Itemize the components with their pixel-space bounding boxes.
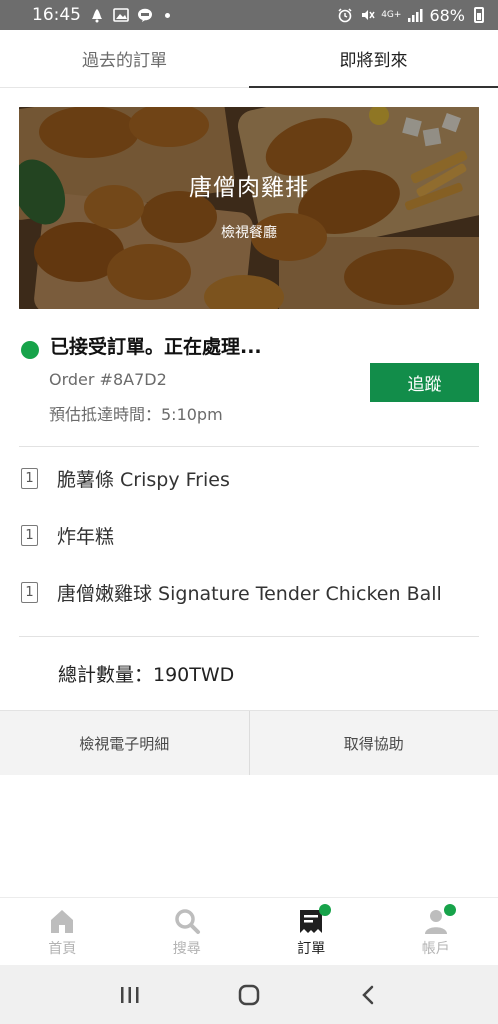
back-button[interactable] [348, 975, 388, 1015]
bottom-navigation: 首頁 搜尋 訂單 帳戶 [0, 897, 498, 965]
nav-label: 首頁 [48, 941, 77, 957]
order-tabs: 過去的訂單 即將到來 [0, 30, 498, 88]
search-icon [175, 909, 200, 934]
nav-item-orders[interactable]: 訂單 [249, 898, 374, 965]
receipt-icon-wrapper [297, 904, 332, 935]
recents-button[interactable] [110, 975, 150, 1015]
battery-percent: 68% [429, 5, 465, 25]
alarm-icon [338, 8, 352, 23]
line-icon [138, 8, 152, 22]
track-button[interactable]: 追蹤 [370, 363, 479, 402]
image-icon [113, 8, 129, 22]
account-icon-wrapper [422, 904, 456, 935]
nav-label: 帳戶 [421, 941, 450, 957]
status-bar: 16:45 4G+ 68% [0, 0, 498, 30]
view-receipt-button[interactable]: 檢視電子明細 [0, 711, 249, 775]
item-name: 炸年糕 [57, 525, 115, 548]
order-status-text: 已接受訂單。正在處理... [50, 336, 262, 358]
estimated-arrival: 預估抵達時間：5:10pm [49, 405, 223, 424]
more-notifications-dot [165, 12, 170, 18]
view-restaurant-link[interactable]: 檢視餐廳 [19, 222, 479, 242]
tab-past-orders[interactable]: 過去的訂單 [0, 30, 249, 87]
list-item: 1 炸年糕 [19, 520, 479, 550]
network-label: 4G+ [381, 9, 402, 20]
orders-badge [319, 904, 332, 916]
home-button[interactable] [229, 975, 269, 1015]
item-quantity: 1 [21, 581, 38, 603]
notification-icon [92, 9, 102, 23]
back-icon [362, 985, 374, 1004]
recents-icon [120, 986, 139, 1003]
order-total: 總計數量：190TWD [58, 664, 235, 686]
home-icon [51, 910, 74, 933]
nav-item-account[interactable]: 帳戶 [374, 898, 498, 965]
divider [19, 446, 479, 447]
tab-upcoming[interactable]: 即將到來 [249, 30, 498, 88]
item-quantity: 1 [21, 524, 38, 546]
nav-item-search[interactable]: 搜尋 [125, 898, 250, 965]
divider [19, 636, 479, 637]
restaurant-banner[interactable]: 唐僧肉雞排 檢視餐廳 [19, 107, 479, 309]
account-badge [443, 904, 456, 916]
home-button-icon [238, 984, 260, 1005]
nav-label: 搜尋 [172, 941, 201, 957]
get-help-button[interactable]: 取得協助 [248, 711, 498, 775]
order-actions: 檢視電子明細 取得協助 [0, 710, 498, 775]
order-number: Order #8A7D2 [49, 370, 167, 389]
system-navigation-bar [0, 965, 498, 1024]
item-name: 脆薯條 Crispy Fries [57, 468, 230, 491]
order-status-section: 已接受訂單。正在處理... Order #8A7D2 預估抵達時間：5:10pm… [19, 330, 479, 430]
signal-icon [408, 9, 423, 22]
list-item: 1 脆薯條 Crispy Fries [19, 463, 479, 493]
item-quantity: 1 [21, 467, 38, 489]
nav-label: 訂單 [297, 941, 326, 957]
status-indicator-icon [21, 341, 39, 359]
mute-icon [362, 10, 375, 20]
banner-overlay [19, 107, 479, 309]
list-item: 1 唐僧嫩雞球 Signature Tender Chicken Ball [19, 577, 479, 607]
orders-screen: 16:45 4G+ 68% 過去的訂單 即將到來 唐僧肉雞排 檢視餐廳 已接受訂… [0, 0, 498, 1024]
item-name: 唐僧嫩雞球 Signature Tender Chicken Ball [57, 582, 442, 605]
restaurant-name: 唐僧肉雞排 [189, 175, 309, 201]
clock: 16:45 [32, 5, 81, 25]
nav-item-home[interactable]: 首頁 [0, 898, 125, 965]
battery-icon [474, 7, 484, 23]
